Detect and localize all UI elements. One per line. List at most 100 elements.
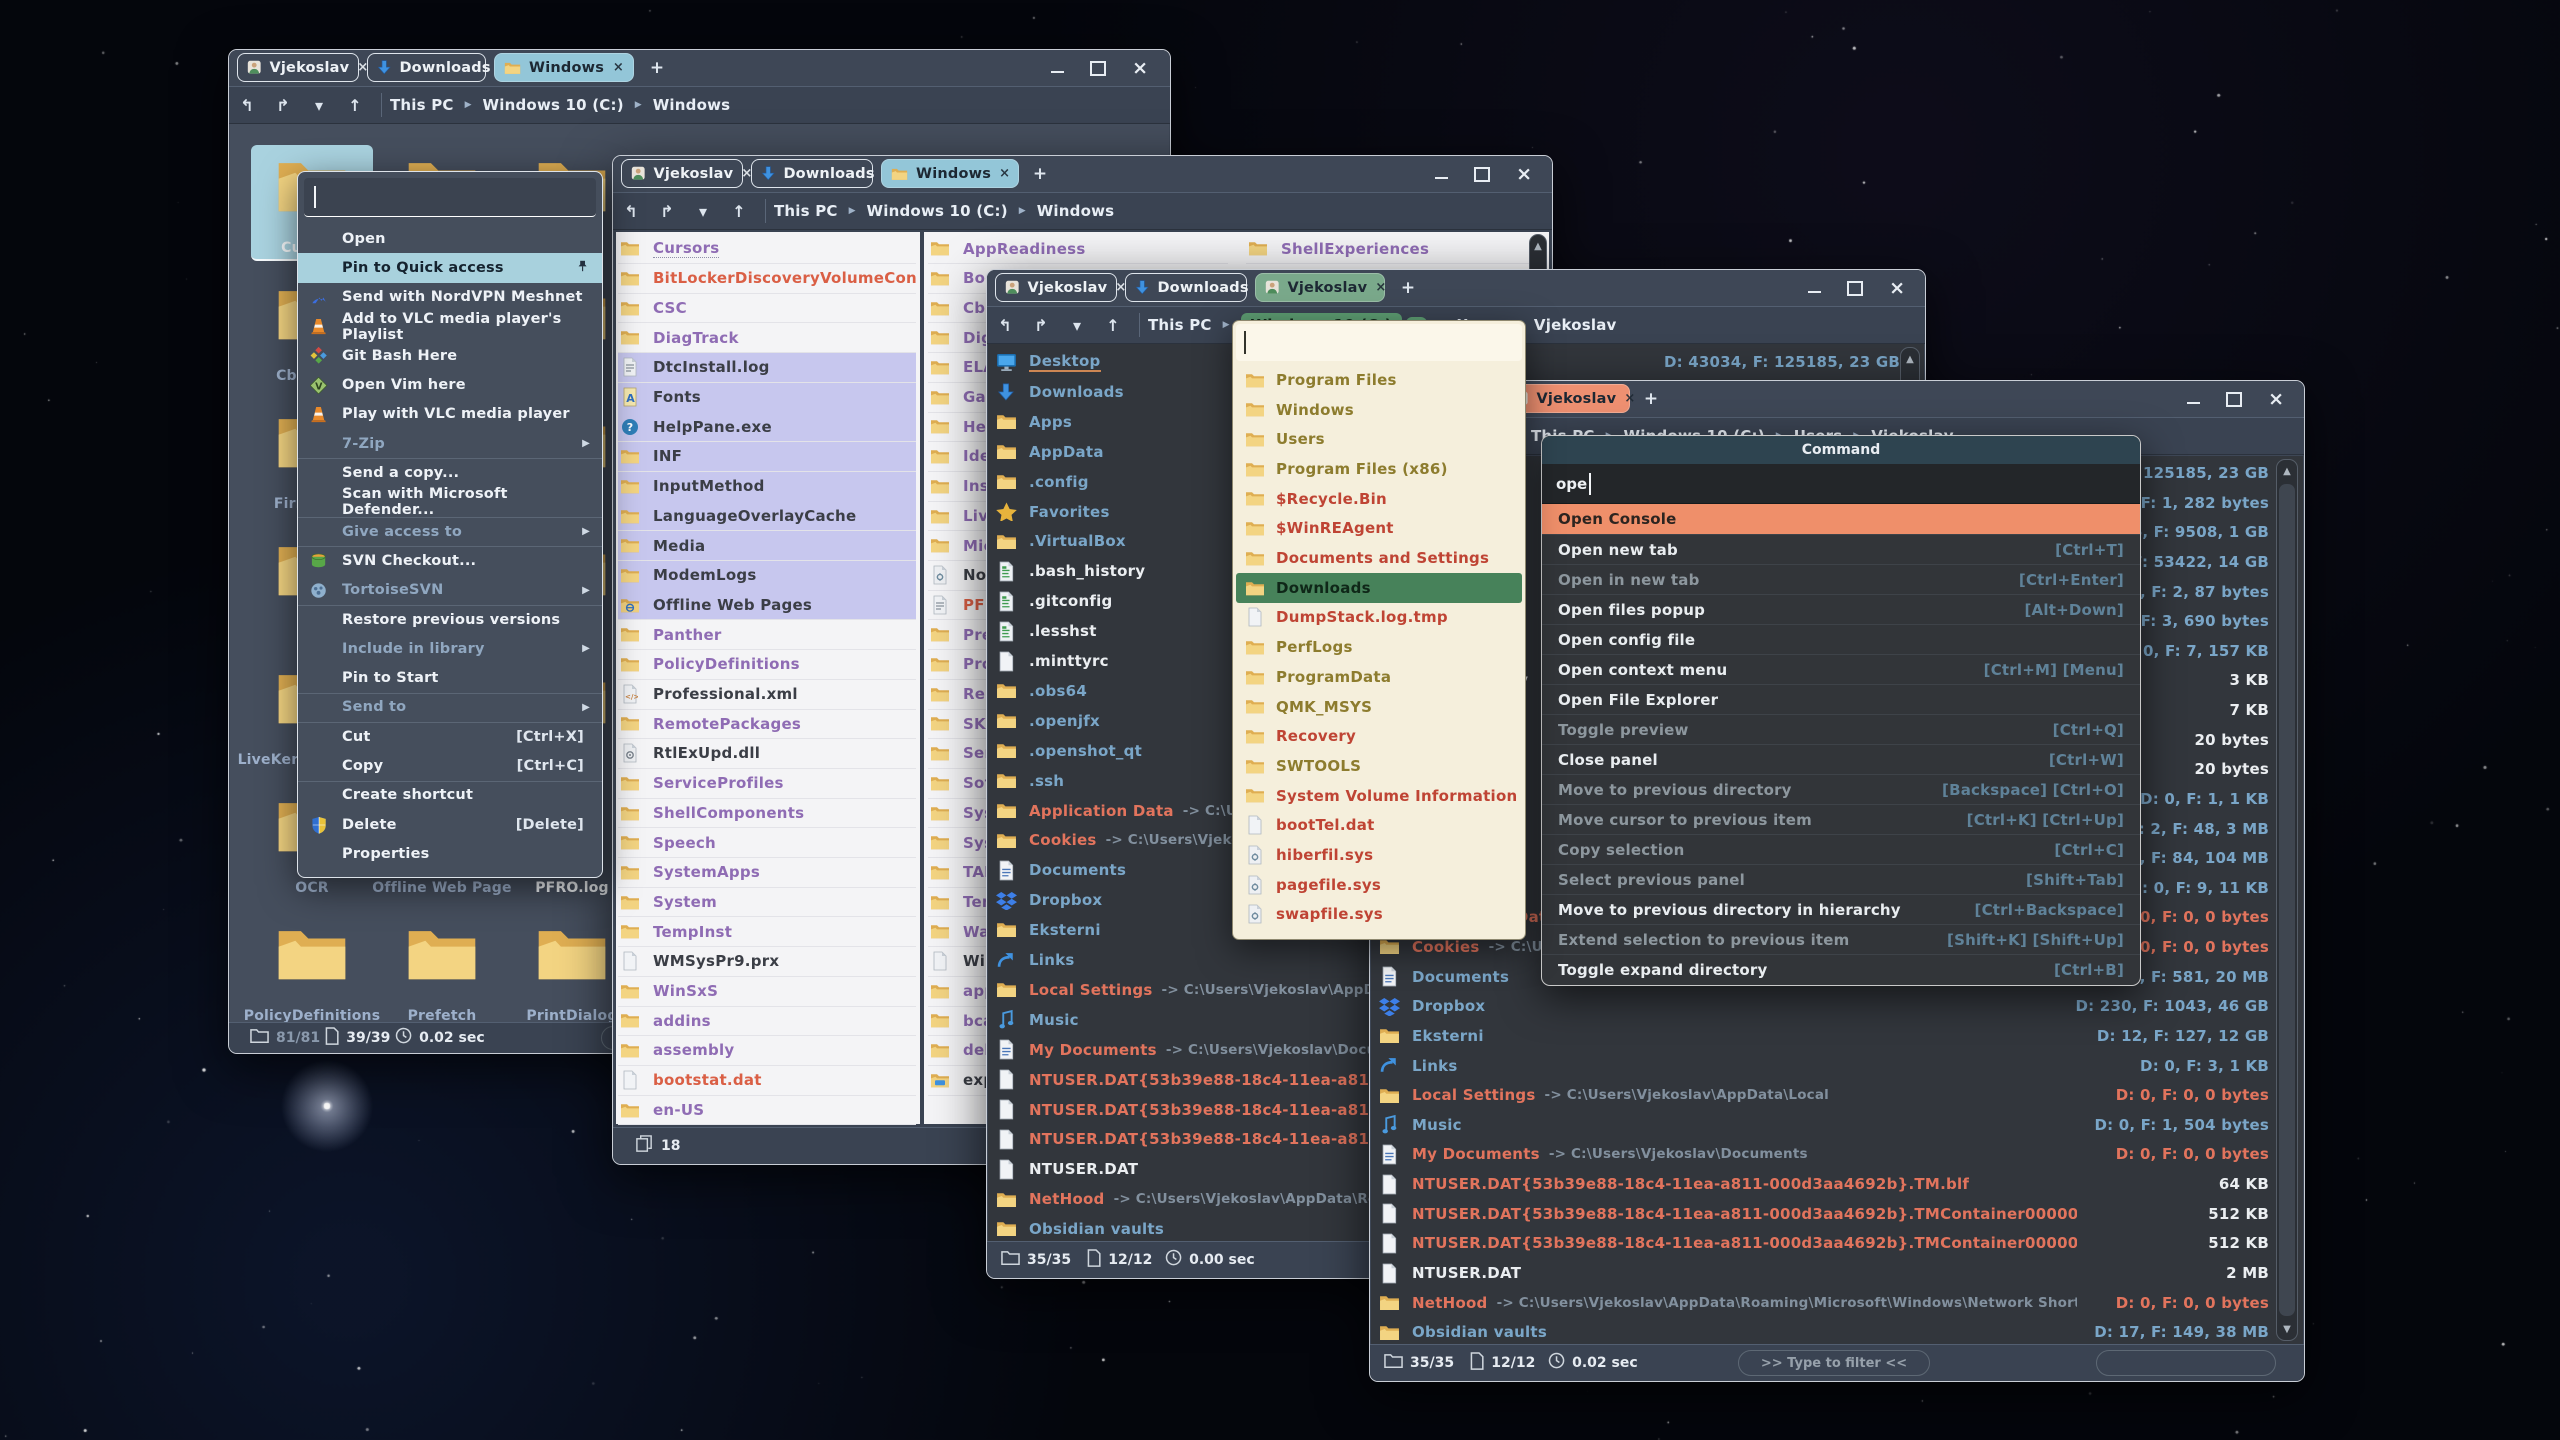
palette-item[interactable]: Open files popup[Alt+Down] [1542,594,2140,624]
palette-item[interactable]: Toggle expand directory[Ctrl+B] [1542,954,2140,984]
dropdown-item[interactable]: $Recycle.Bin [1236,484,1522,514]
file-row[interactable]: System [618,887,916,917]
tab-close-icon[interactable]: × [1375,280,1386,295]
file-row[interactable]: ?HelpPane.exe [618,412,916,442]
palette-item[interactable]: Open Console [1542,504,2140,534]
dropdown-item[interactable]: ProgramData [1236,662,1522,692]
file-row[interactable]: Cursors [618,234,916,264]
new-tab-button[interactable]: + [1636,384,1666,413]
file-row[interactable]: My Documents-> C:\Users\Vjekoslav\Docume… [1377,1139,2077,1169]
context-menu-item[interactable]: Copy[Ctrl+C] [298,751,602,780]
back-icon[interactable]: ↰ [987,316,1023,335]
file-row[interactable]: Eksterni [1377,1021,2077,1051]
context-menu-item[interactable]: Git Bash Here [298,341,602,370]
window2-titlebar[interactable]: Vjekoslav×Downloads×Windows×+ × [613,156,1552,192]
new-tab-button[interactable]: + [1025,159,1055,188]
context-menu-filter-input[interactable] [304,178,596,217]
file-row[interactable]: Speech [618,828,916,858]
context-menu-item[interactable]: Send a copy... [298,458,602,487]
dropdown-item[interactable]: swapfile.sys [1236,900,1522,930]
dropdown-item[interactable]: DumpStack.log.tmp [1236,603,1522,633]
dropdown-item[interactable]: $WinREAgent [1236,514,1522,544]
forward-icon[interactable]: ↱ [1023,316,1059,335]
dropdown-item[interactable]: Windows [1236,395,1522,425]
dropdown-item[interactable]: Downloads [1236,573,1522,603]
context-menu-item[interactable]: Properties [298,839,602,868]
dropdown-item[interactable]: PerfLogs [1236,632,1522,662]
breadcrumb-windows-10-c-[interactable]: Windows 10 (C:) [867,202,1008,220]
folder-icon[interactable] [535,923,609,988]
context-menu-item[interactable]: Create shortcut [298,781,602,810]
new-tab-button[interactable]: + [1393,273,1423,302]
palette-item[interactable]: Open new tab[Ctrl+T] [1542,534,2140,564]
tab-downloads[interactable]: Downloads× [751,159,873,188]
dropdown-item[interactable]: SWTOOLS [1236,751,1522,781]
dropdown-item[interactable]: pagefile.sys [1236,870,1522,900]
context-menu-item[interactable]: SVN Checkout... [298,546,602,575]
palette-item[interactable]: Open in new tab[Ctrl+Enter] [1542,564,2140,594]
close-icon[interactable]: × [1889,279,1905,298]
dropdown-item[interactable]: Documents and Settings [1236,543,1522,573]
window3-titlebar[interactable]: Vjekoslav×Downloads×Vjekoslav×+ × [987,270,1925,306]
file-row[interactable]: AppReadiness [928,234,1228,264]
history-dropdown-icon[interactable]: ▾ [685,202,721,221]
file-row[interactable]: bootstat.dat [618,1066,916,1096]
file-row[interactable]: Panther [618,620,916,650]
context-menu-item[interactable]: Send to▶ [298,693,602,722]
context-menu-item[interactable]: Send with NordVPN Meshnet [298,283,602,312]
palette-item[interactable]: Close panel[Ctrl+W] [1542,744,2140,774]
up-icon[interactable]: ↑ [1095,316,1131,335]
minimize-icon[interactable] [2187,395,2200,404]
file-row[interactable]: addins [618,1006,916,1036]
dropdown-item[interactable]: QMK_MSYS [1236,692,1522,722]
breadcrumb-windows-10-c-[interactable]: Windows 10 (C:) [483,96,624,114]
folder-icon[interactable] [405,923,479,988]
file-row[interactable]: ShellExperiences [1246,234,1536,264]
forward-icon[interactable]: ↱ [649,202,685,221]
dropdown-item[interactable]: bootTel.dat [1236,811,1522,841]
palette-item[interactable]: Open File Explorer [1542,684,2140,714]
file-row[interactable]: RemotePackages [618,709,916,739]
palette-item[interactable]: Move to previous directory in hierarchy[… [1542,894,2140,924]
maximize-icon[interactable] [1090,61,1106,76]
file-row[interactable]: Music [1377,1110,2077,1140]
breadcrumb-this-pc[interactable]: This PC [774,202,838,220]
file-row[interactable]: Local Settings-> C:\Users\Vjekoslav\AppD… [1377,1080,2077,1110]
file-row[interactable]: NetHood-> C:\Users\Vjekoslav\AppData\Roa… [1377,1288,2077,1318]
palette-item[interactable]: Extend selection to previous item[Shift+… [1542,924,2140,954]
tab-windows[interactable]: Windows× [881,159,1019,188]
file-row[interactable]: SystemApps [618,858,916,888]
file-row[interactable]: DiagTrack [618,323,916,353]
palette-item[interactable]: Open context menu[Ctrl+M] [Menu] [1542,654,2140,684]
close-icon[interactable]: × [1132,59,1148,78]
breadcrumb-this-pc[interactable]: This PC [1148,316,1212,334]
file-row[interactable]: </>Professional.xml [618,680,916,710]
context-menu-item[interactable]: Play with VLC media player [298,400,602,429]
context-menu-item[interactable]: Delete[Delete] [298,810,602,839]
file-row[interactable]: Links [1377,1051,2077,1081]
file-row[interactable]: BitLockerDiscoveryVolumeContents [618,264,916,294]
file-row[interactable]: AFonts [618,383,916,413]
new-tab-button[interactable]: + [642,53,672,82]
file-row[interactable]: assembly [618,1036,916,1066]
folder-icon[interactable] [275,923,349,988]
scrollbar-thumb[interactable] [2279,484,2295,1316]
file-row[interactable]: INF [618,442,916,472]
context-menu-item[interactable]: Restore previous versions [298,605,602,634]
file-row[interactable]: Dropbox [1377,991,2077,1021]
scroll-up-icon[interactable]: ▲ [2277,460,2297,482]
palette-item[interactable]: Open config file [1542,624,2140,654]
palette-item[interactable]: Move cursor to previous item[Ctrl+K] [Ct… [1542,804,2140,834]
maximize-icon[interactable] [2226,392,2242,407]
tab-close-icon[interactable]: × [1624,391,1635,406]
history-dropdown-icon[interactable]: ▾ [301,96,337,115]
dropdown-item[interactable]: Program Files (x86) [1236,454,1522,484]
file-row[interactable]: Obsidian vaults [1377,1317,2077,1347]
back-icon[interactable]: ↰ [613,202,649,221]
forward-icon[interactable]: ↱ [265,96,301,115]
file-row[interactable]: WMSysPr9.prx [618,947,916,977]
close-icon[interactable]: × [2268,390,2284,409]
scrollbar[interactable]: ▲ ▼ [2276,459,2298,1341]
file-row[interactable]: NTUSER.DAT{53b39e88-18c4-11ea-a811-000d3… [1377,1169,2077,1199]
file-row[interactable]: CSC [618,293,916,323]
